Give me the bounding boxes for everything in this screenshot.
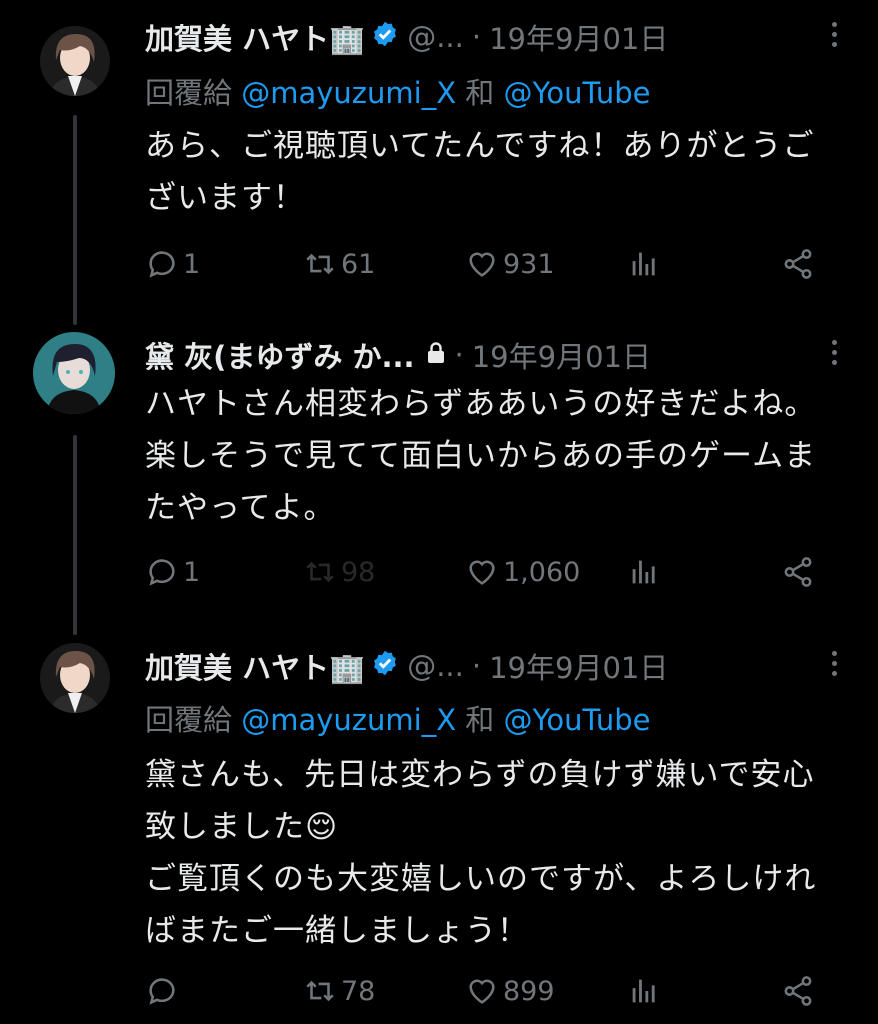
tweet-header: 加賀美 ハヤト🏢 @... · 19年9月01日 — [145, 14, 818, 60]
mention-link[interactable]: @YouTube — [504, 76, 651, 110]
like-count: 899 — [503, 975, 555, 1007]
reply-button[interactable]: 1 — [145, 552, 200, 592]
separator-dot: · — [471, 649, 482, 683]
like-button[interactable]: 1,060 — [465, 552, 580, 592]
analytics-button[interactable] — [627, 552, 661, 592]
reply-button[interactable]: 1 — [145, 244, 200, 284]
reply-to-and: 和 — [465, 703, 495, 737]
tweet[interactable]: 加賀美 ハヤト🏢 @... · 19年9月01日 回覆給 @mayuzumi_X… — [0, 643, 878, 1023]
author-name[interactable]: 加賀美 ハヤト🏢 — [145, 16, 365, 58]
reply-icon — [149, 251, 175, 278]
reply-to-prefix: 回覆給 — [145, 76, 233, 110]
like-button[interactable]: 931 — [465, 244, 555, 284]
reply-to-line: 回覆給 @mayuzumi_X 和 @YouTube — [145, 70, 650, 112]
retweet-button[interactable]: 98 — [303, 552, 375, 592]
tweet-actions: 78 899 — [145, 971, 835, 1011]
share-button[interactable] — [781, 244, 815, 284]
author-handle[interactable]: @... — [407, 649, 464, 683]
reply-count: 1 — [183, 248, 201, 280]
retweet-icon — [306, 561, 334, 583]
like-icon — [469, 252, 495, 277]
like-icon — [469, 979, 495, 1004]
share-button[interactable] — [781, 971, 815, 1011]
like-count: 931 — [503, 248, 555, 280]
avatar[interactable] — [33, 332, 115, 414]
more-icon[interactable] — [832, 340, 840, 370]
tweet[interactable]: 加賀美 ハヤト🏢 @... · 19年9月01日 回覆給 @mayuzumi_X… — [0, 14, 878, 304]
analytics-button[interactable] — [627, 971, 661, 1011]
separator-dot: · — [454, 338, 464, 372]
reply-to-line: 回覆給 @mayuzumi_X 和 @YouTube — [145, 697, 650, 739]
tweet-date[interactable]: 19年9月01日 — [489, 645, 668, 687]
retweet-count: 61 — [341, 248, 376, 280]
author-handle[interactable]: @... — [407, 20, 464, 54]
reply-to-prefix: 回覆給 — [145, 703, 233, 737]
share-icon — [784, 976, 812, 1006]
analytics-icon — [632, 252, 655, 276]
retweet-icon — [306, 253, 334, 275]
avatar[interactable] — [40, 643, 110, 713]
author-name[interactable]: 黛 灰(まゆずみ か... — [145, 334, 415, 376]
more-icon[interactable] — [832, 22, 840, 52]
tweet-header: 加賀美 ハヤト🏢 @... · 19年9月01日 — [145, 643, 818, 689]
retweet-button[interactable]: 78 — [303, 971, 375, 1011]
verified-icon — [371, 649, 399, 684]
reply-to-and: 和 — [465, 76, 495, 110]
retweet-icon — [306, 980, 334, 1002]
avatar[interactable] — [40, 26, 110, 96]
tweet-text: あら、ご視聴頂いてたんですね！ありがとうございます！ — [145, 128, 815, 216]
tweet-date[interactable]: 19年9月01日 — [489, 16, 668, 58]
tweet-actions: 1 61 931 — [145, 244, 835, 284]
mention-link[interactable]: @mayuzumi_X — [241, 76, 456, 110]
retweet-count: 78 — [341, 975, 376, 1007]
share-button[interactable] — [781, 552, 815, 592]
author-name[interactable]: 加賀美 ハヤト🏢 — [145, 645, 365, 687]
reply-button[interactable] — [145, 971, 183, 1011]
tweet-text: 黛さんも、先日は変わらずの負けず嫌いで安心致しました😌 ご覧頂くのも大変嬉しいの… — [145, 757, 817, 949]
analytics-icon — [632, 979, 655, 1003]
separator-dot: · — [471, 20, 482, 54]
tweet-actions: 1 98 1,060 — [145, 552, 835, 592]
like-button[interactable]: 899 — [465, 971, 555, 1011]
share-icon — [784, 557, 812, 587]
verified-icon — [371, 20, 399, 55]
reply-icon — [149, 978, 175, 1005]
like-icon — [469, 560, 495, 585]
reply-count: 1 — [183, 556, 201, 588]
analytics-button[interactable] — [627, 244, 661, 284]
share-icon — [784, 249, 812, 279]
retweet-count: 98 — [341, 556, 376, 588]
analytics-icon — [632, 560, 655, 584]
more-icon[interactable] — [832, 651, 840, 681]
retweet-button[interactable]: 61 — [303, 244, 375, 284]
mention-link[interactable]: @mayuzumi_X — [241, 703, 456, 737]
tweet-header: 黛 灰(まゆずみ か... · 19年9月01日 — [145, 332, 818, 378]
tweet[interactable]: 黛 灰(まゆずみ か... · 19年9月01日 ハヤトさん相変わらずああいうの… — [0, 332, 878, 602]
reply-icon — [149, 559, 175, 586]
like-count: 1,060 — [503, 556, 581, 588]
tweet-text: ハヤトさん相変わらずああいうの好きだよね。楽しそうで見てて面白いからあの手のゲー… — [145, 386, 817, 526]
mention-link[interactable]: @YouTube — [504, 703, 651, 737]
lock-icon — [425, 338, 447, 372]
tweet-date[interactable]: 19年9月01日 — [472, 334, 651, 376]
